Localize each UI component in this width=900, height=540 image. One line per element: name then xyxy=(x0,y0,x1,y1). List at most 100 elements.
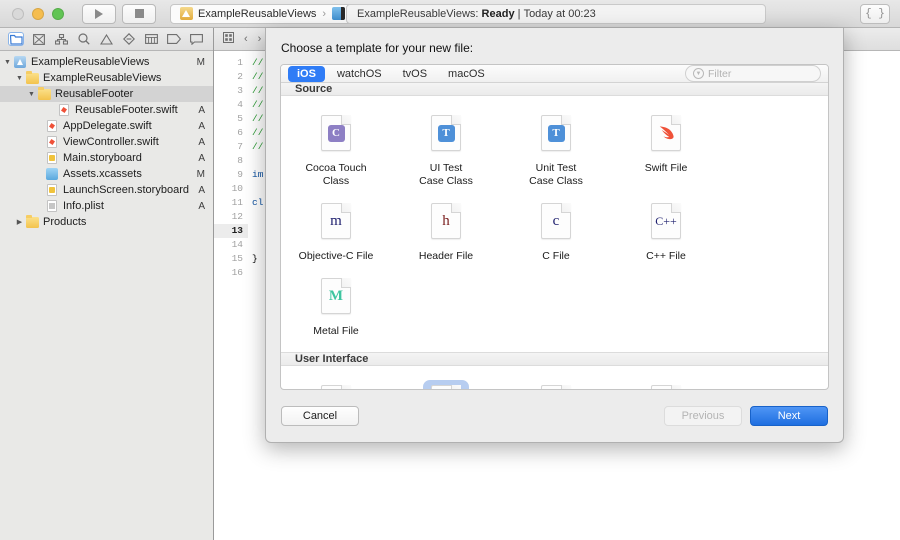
project-file-tree: ▼ ExampleReusableViews M ▼ ExampleReusab… xyxy=(0,51,213,540)
folder-icon xyxy=(25,214,39,229)
sheet-footer: Cancel Previous Next xyxy=(266,390,843,442)
filter-field[interactable]: ▼ Filter xyxy=(685,65,821,82)
find-navigator-icon[interactable] xyxy=(76,32,92,46)
tree-row-file[interactable]: Main.storyboard A xyxy=(0,150,213,166)
template-thumb: C++ xyxy=(643,198,689,244)
tree-row-reusablefooter-group[interactable]: ▼ ReusableFooter xyxy=(0,86,213,102)
tree-row-project[interactable]: ▼ ExampleReusableViews M xyxy=(0,54,213,70)
cancel-button[interactable]: Cancel xyxy=(281,406,359,426)
stop-icon xyxy=(134,9,144,18)
library-brace-button[interactable]: { } xyxy=(860,3,890,24)
breakpoint-navigator-icon[interactable] xyxy=(166,32,182,46)
serif-glyph: m xyxy=(330,212,342,229)
line-number: 14 xyxy=(231,239,243,250)
tree-row-group[interactable]: ▼ ExampleReusableViews xyxy=(0,70,213,86)
status-time-label: Today at 00:23 xyxy=(523,7,596,20)
template-cell-view[interactable]: View xyxy=(391,374,501,389)
disclosure-triangle-icon[interactable]: ▼ xyxy=(14,75,25,82)
report-navigator-icon[interactable] xyxy=(189,32,205,46)
tree-row-label: Main.storyboard xyxy=(63,152,142,164)
tree-row-file[interactable]: ViewController.swift A xyxy=(0,134,213,150)
template-cell-unit-test-case-class[interactable]: T Unit Test Case Class xyxy=(501,104,611,192)
line-number: 12 xyxy=(231,211,243,222)
folder-icon xyxy=(37,86,51,101)
scheme-separator-icon: › xyxy=(322,7,327,20)
scm-status-badge: M xyxy=(196,56,205,68)
navigate-forward-button[interactable]: › xyxy=(258,33,262,45)
disclosure-triangle-icon[interactable]: ▼ xyxy=(2,59,13,66)
window-titlebar: ExampleReusableViews › iPhone Xʀ Example… xyxy=(0,0,900,28)
tree-row-label: LaunchScreen.storyboard xyxy=(63,184,189,196)
tab-ios[interactable]: iOS xyxy=(288,65,325,82)
test-navigator-icon[interactable] xyxy=(121,32,137,46)
swift-file-icon xyxy=(45,120,59,133)
swift-file-icon xyxy=(57,104,71,117)
scm-status-badge: A xyxy=(198,120,205,132)
debug-navigator-icon[interactable] xyxy=(144,32,160,46)
run-button[interactable] xyxy=(82,3,116,24)
template-label: Cocoa Touch Class xyxy=(305,162,367,187)
template-cell-cocoa-touch-class[interactable]: C Cocoa Touch Class xyxy=(281,104,391,192)
tree-row-file[interactable]: AppDelegate.swift A xyxy=(0,118,213,134)
template-thumb: 1 xyxy=(643,380,689,389)
tree-row-file[interactable]: Info.plist A xyxy=(0,198,213,214)
scm-status-badge: A xyxy=(198,136,205,148)
tree-row-label: ReusableFooter.swift xyxy=(75,104,178,116)
header-file-icon: h xyxy=(431,203,461,239)
group-header-source: Source xyxy=(281,83,828,96)
stop-button[interactable] xyxy=(122,3,156,24)
scm-status-badge: A xyxy=(198,200,205,212)
template-cell-empty[interactable]: Empty xyxy=(501,374,611,389)
template-cell-launch-screen[interactable]: 1 Launch Screen xyxy=(611,374,721,389)
line-number: 10 xyxy=(231,183,243,194)
close-window-button[interactable] xyxy=(12,7,24,20)
template-cell-swift-file[interactable]: Swift File xyxy=(611,104,721,192)
template-thumb: m xyxy=(313,198,359,244)
tab-macos[interactable]: macOS xyxy=(439,66,494,82)
disclosure-triangle-icon[interactable]: ▼ xyxy=(26,91,37,98)
template-label: C++ File xyxy=(646,250,686,262)
issue-navigator-icon[interactable] xyxy=(98,32,114,46)
tree-row-file[interactable]: ReusableFooter.swift A xyxy=(0,102,213,118)
tab-tvos[interactable]: tvOS xyxy=(394,66,436,82)
template-cell-cpp-file[interactable]: C++ C++ File xyxy=(611,192,721,267)
disclosure-triangle-icon[interactable]: ▶ xyxy=(14,218,25,226)
previous-button[interactable]: Previous xyxy=(664,406,742,426)
template-cell-c-file[interactable]: c C File xyxy=(501,192,611,267)
template-thumb xyxy=(313,380,359,389)
device-icon xyxy=(332,7,346,20)
symbol-navigator-icon[interactable] xyxy=(53,32,69,46)
run-stop-group xyxy=(82,3,156,24)
source-control-navigator-icon[interactable] xyxy=(31,32,47,46)
next-button[interactable]: Next xyxy=(750,406,828,426)
template-thumb: C xyxy=(313,110,359,156)
tab-watchos[interactable]: watchOS xyxy=(328,66,391,82)
related-items-icon[interactable] xyxy=(223,32,234,46)
template-cell-objective-c-file[interactable]: m Objective-C File xyxy=(281,192,391,267)
tree-row-file[interactable]: Assets.xcassets M xyxy=(0,166,213,182)
template-cell-ui-test-case-class[interactable]: T UI Test Case Class xyxy=(391,104,501,192)
tree-row-products-group[interactable]: ▶ Products xyxy=(0,214,213,230)
line-number: 8 xyxy=(237,155,243,166)
tree-row-label: Products xyxy=(43,216,87,228)
zoom-window-button[interactable] xyxy=(52,7,64,20)
objective-c-file-icon: m xyxy=(321,203,351,239)
scm-status-badge: A xyxy=(198,184,205,196)
tree-row-file[interactable]: LaunchScreen.storyboard A xyxy=(0,182,213,198)
swift-bird-glyph xyxy=(659,126,674,140)
chip-glyph: T xyxy=(437,124,455,142)
swift-file-icon xyxy=(651,115,681,151)
activity-status-bar: ExampleReusableViews: Ready | Today at 0… xyxy=(346,3,766,24)
template-cell-metal-file[interactable]: M Metal File xyxy=(281,267,391,342)
template-cell-storyboard[interactable]: Storyboard xyxy=(281,374,391,389)
assets-icon xyxy=(45,168,59,181)
template-cell-header-file[interactable]: h Header File xyxy=(391,192,501,267)
scheme-name-label: ExampleReusableViews xyxy=(198,7,317,20)
navigate-back-button[interactable]: ‹ xyxy=(244,33,248,45)
template-label: UI Test Case Class xyxy=(419,162,473,187)
project-navigator-icon[interactable] xyxy=(8,32,25,46)
tree-row-label: ViewController.swift xyxy=(63,136,159,148)
status-state-label: Ready xyxy=(481,7,515,20)
minimize-window-button[interactable] xyxy=(32,7,44,20)
filter-placeholder: Filter xyxy=(708,67,732,80)
